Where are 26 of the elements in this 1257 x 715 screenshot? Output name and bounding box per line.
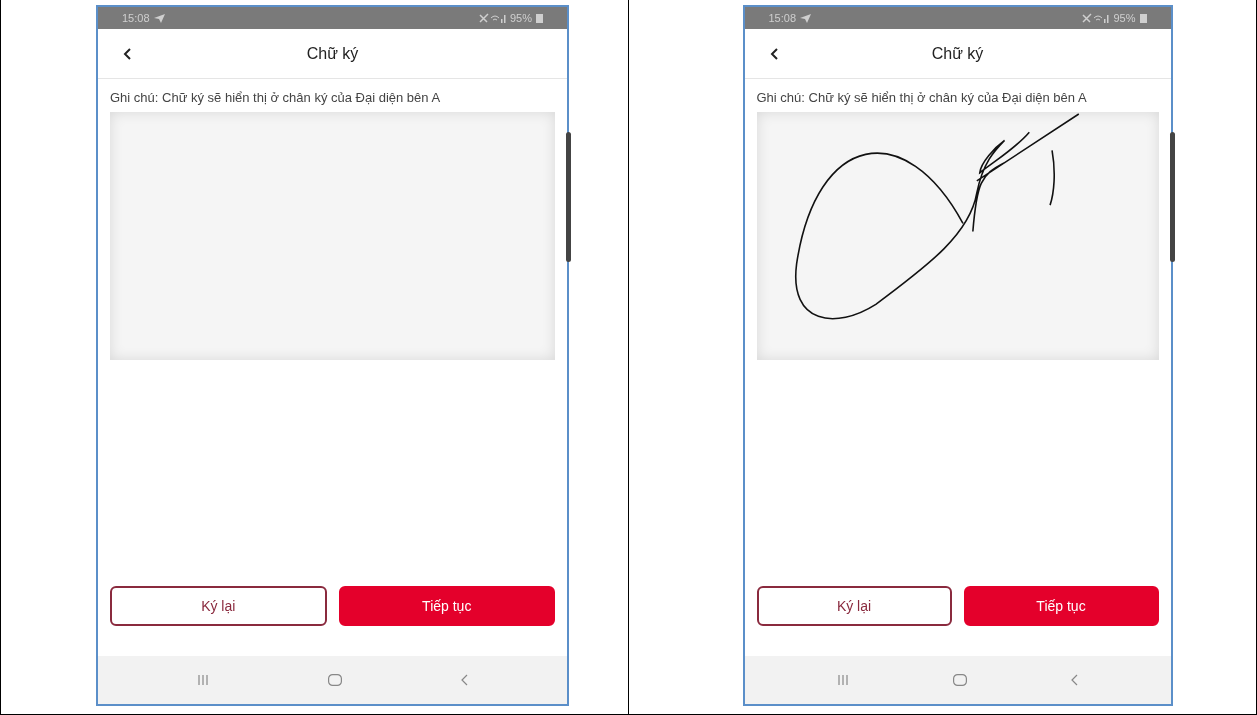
status-time: 15:08 xyxy=(122,10,150,26)
home-icon[interactable] xyxy=(328,674,342,686)
action-button[interactable]: Ký lại xyxy=(756,586,952,626)
screen-title: Chữ ký xyxy=(931,43,984,64)
action-button[interactable]: Tiếp tục xyxy=(963,586,1159,626)
send-icon xyxy=(800,13,812,23)
screen-title: Chữ ký xyxy=(306,43,359,64)
recent-apps-icon[interactable] xyxy=(836,675,849,685)
note-text: Ghi chú: Chữ ký sẽ hiển thị ở chân ký của Đại diện bên A xyxy=(109,89,442,106)
signal-icon xyxy=(1081,13,1110,23)
back-icon xyxy=(769,48,778,60)
signal-icon xyxy=(477,13,506,23)
home-icon[interactable] xyxy=(953,674,967,686)
back-nav-icon[interactable] xyxy=(460,674,468,686)
recent-apps-icon[interactable] xyxy=(197,675,210,685)
battery-level: 95% xyxy=(509,10,532,26)
battery-icon xyxy=(536,13,543,23)
send-icon xyxy=(153,13,165,23)
back-nav-icon[interactable] xyxy=(1071,674,1079,686)
battery-icon xyxy=(1139,13,1147,23)
note-text: Ghi chú: Chữ ký sẽ hiển thị ở chân ký của Đại diện bên A xyxy=(755,89,1088,106)
battery-level: 95% xyxy=(1113,10,1136,26)
action-button[interactable]: Ký lại xyxy=(110,586,327,626)
status-time: 15:08 xyxy=(768,10,797,26)
back-icon xyxy=(123,48,131,60)
action-button[interactable]: Tiếp tục xyxy=(338,586,555,626)
